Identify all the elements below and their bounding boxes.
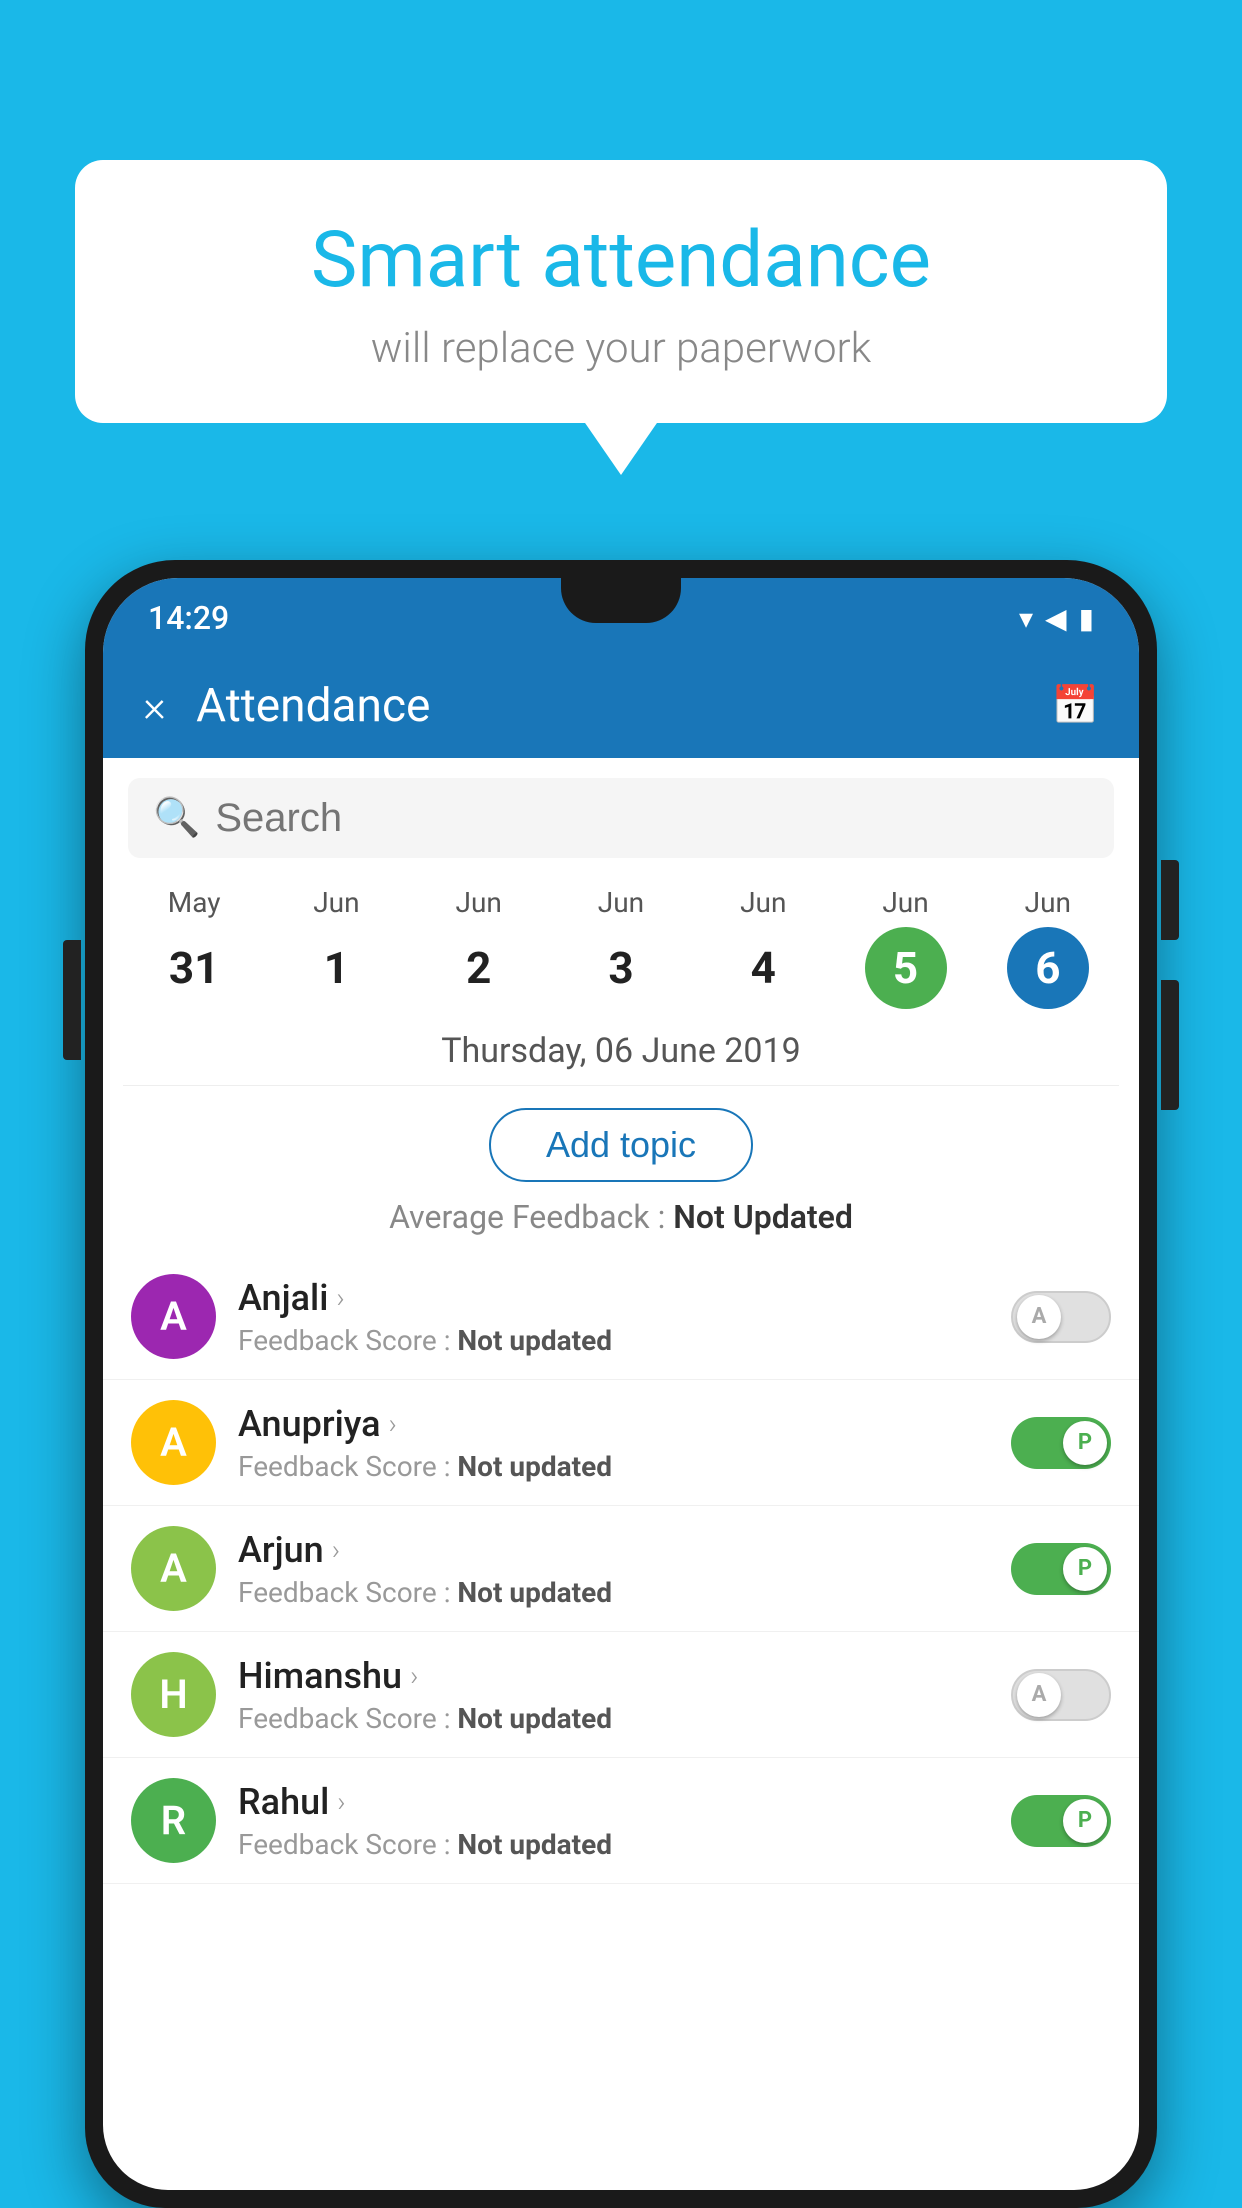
search-container: 🔍 [128,778,1114,858]
chevron-icon: › [410,1659,418,1692]
student-name: Anupriya › [238,1403,1011,1445]
student-item[interactable]: A Anupriya › Feedback Score : Not updated P [103,1380,1139,1506]
attendance-toggle[interactable]: A [1011,1669,1111,1721]
side-button-left [63,940,81,1060]
toggle-wrapper: P [1011,1795,1111,1847]
student-info: Rahul › Feedback Score : Not updated [238,1781,1011,1861]
cal-month-label: Jun [1025,886,1071,919]
calendar-day[interactable]: Jun 5 [865,886,947,1009]
selected-date-label: Thursday, 06 June 2019 [123,1009,1119,1086]
calendar-day[interactable]: May 31 [153,886,235,1009]
toggle-wrapper: A [1011,1291,1111,1343]
student-info: Arjun › Feedback Score : Not updated [238,1529,1011,1609]
toggle-knob: A [1017,1673,1061,1717]
calendar-day[interactable]: Jun 6 [1007,886,1089,1009]
feedback-score: Feedback Score : Not updated [238,1828,1011,1861]
cal-date-label: 4 [722,927,804,1009]
battery-icon: ▮ [1079,602,1094,635]
phone-notch [561,578,681,623]
calendar-day[interactable]: Jun 4 [722,886,804,1009]
toggle-knob: P [1063,1547,1107,1591]
cal-date-label: 3 [580,927,662,1009]
attendance-toggle[interactable]: P [1011,1543,1111,1595]
wifi-icon: ▾ [1019,602,1033,635]
student-list: AAnjali ›Feedback Score : Not updatedAAA… [103,1254,1139,1884]
toggle-wrapper: P [1011,1543,1111,1595]
chevron-icon: › [337,1785,345,1818]
calendar-row: May 31 Jun 1 Jun 2 Jun 3 Jun 4 Jun 5 Jun 6 [103,868,1139,1009]
student-name: Arjun › [238,1529,1011,1571]
calendar-day[interactable]: Jun 2 [438,886,520,1009]
bubble-subtitle: will replace your paperwork [135,324,1107,373]
student-name: Rahul › [238,1781,1011,1823]
app-header: × Attendance 📅 [103,653,1139,758]
student-info: Anupriya › Feedback Score : Not updated [238,1403,1011,1483]
student-name: Anjali › [238,1277,1011,1319]
cal-date-label: 6 [1007,927,1089,1009]
calendar-icon[interactable]: 📅 [1052,684,1099,728]
avg-feedback-value: Not Updated [673,1198,853,1236]
cal-month-label: Jun [313,886,359,919]
attendance-toggle[interactable]: A [1011,1291,1111,1343]
cal-date-label: 2 [438,927,520,1009]
toggle-knob: P [1063,1799,1107,1843]
cal-date-label: 31 [153,927,235,1009]
avatar: H [131,1652,216,1737]
cal-month-label: Jun [740,886,786,919]
attendance-toggle[interactable]: P [1011,1417,1111,1469]
chevron-icon: › [332,1533,340,1566]
student-item[interactable]: R Rahul › Feedback Score : Not updated P [103,1758,1139,1884]
toggle-wrapper: P [1011,1417,1111,1469]
search-icon: 🔍 [153,796,200,840]
status-time: 14:29 [148,599,229,637]
chevron-icon: › [389,1407,397,1440]
avatar: R [131,1778,216,1863]
speech-bubble: Smart attendance will replace your paper… [75,160,1167,423]
avatar: A [131,1400,216,1485]
cal-date-label: 5 [865,927,947,1009]
cal-month-label: Jun [456,886,502,919]
cal-month-label: Jun [882,886,928,919]
student-name: Himanshu › [238,1655,1011,1697]
chevron-icon: › [336,1281,344,1314]
cal-month-label: Jun [598,886,644,919]
cal-date-label: 1 [295,927,377,1009]
student-item[interactable]: H Himanshu › Feedback Score : Not updatedA [103,1632,1139,1758]
phone-screen: 14:29 ▾ ◀ ▮ × Attendance 📅 🔍 May31Jun1Ju… [103,578,1139,2190]
feedback-score: Feedback Score : Not updated [238,1324,1011,1357]
toggle-wrapper: A [1011,1669,1111,1721]
close-button[interactable]: × [143,680,166,732]
student-info: Himanshu › Feedback Score : Not updated [238,1655,1011,1735]
calendar-day[interactable]: Jun 3 [580,886,662,1009]
feedback-score: Feedback Score : Not updated [238,1576,1011,1609]
phone-frame: 14:29 ▾ ◀ ▮ × Attendance 📅 🔍 May31Jun1Ju… [85,560,1157,2208]
feedback-score: Feedback Score : Not updated [238,1702,1011,1735]
cal-month-label: May [168,886,221,919]
student-item[interactable]: AAnjali ›Feedback Score : Not updatedA [103,1254,1139,1380]
avg-feedback-label: Average Feedback : [389,1198,673,1236]
side-button-right-top [1161,860,1179,940]
status-icons: ▾ ◀ ▮ [1019,602,1094,635]
signal-icon: ◀ [1045,602,1067,635]
calendar-day[interactable]: Jun 1 [295,886,377,1009]
add-topic-button[interactable]: Add topic [489,1108,753,1182]
student-info: Anjali › Feedback Score : Not updated [238,1277,1011,1357]
side-button-right-bottom [1161,980,1179,1110]
avatar: A [131,1274,216,1359]
feedback-score: Feedback Score : Not updated [238,1450,1011,1483]
attendance-toggle[interactable]: P [1011,1795,1111,1847]
avatar: A [131,1526,216,1611]
average-feedback: Average Feedback : Not Updated [103,1198,1139,1254]
toggle-knob: A [1017,1295,1061,1339]
header-title: Attendance [196,679,1052,733]
bubble-title: Smart attendance [135,215,1107,306]
toggle-knob: P [1063,1421,1107,1465]
student-item[interactable]: A Arjun › Feedback Score : Not updated P [103,1506,1139,1632]
search-input[interactable] [215,796,1089,841]
